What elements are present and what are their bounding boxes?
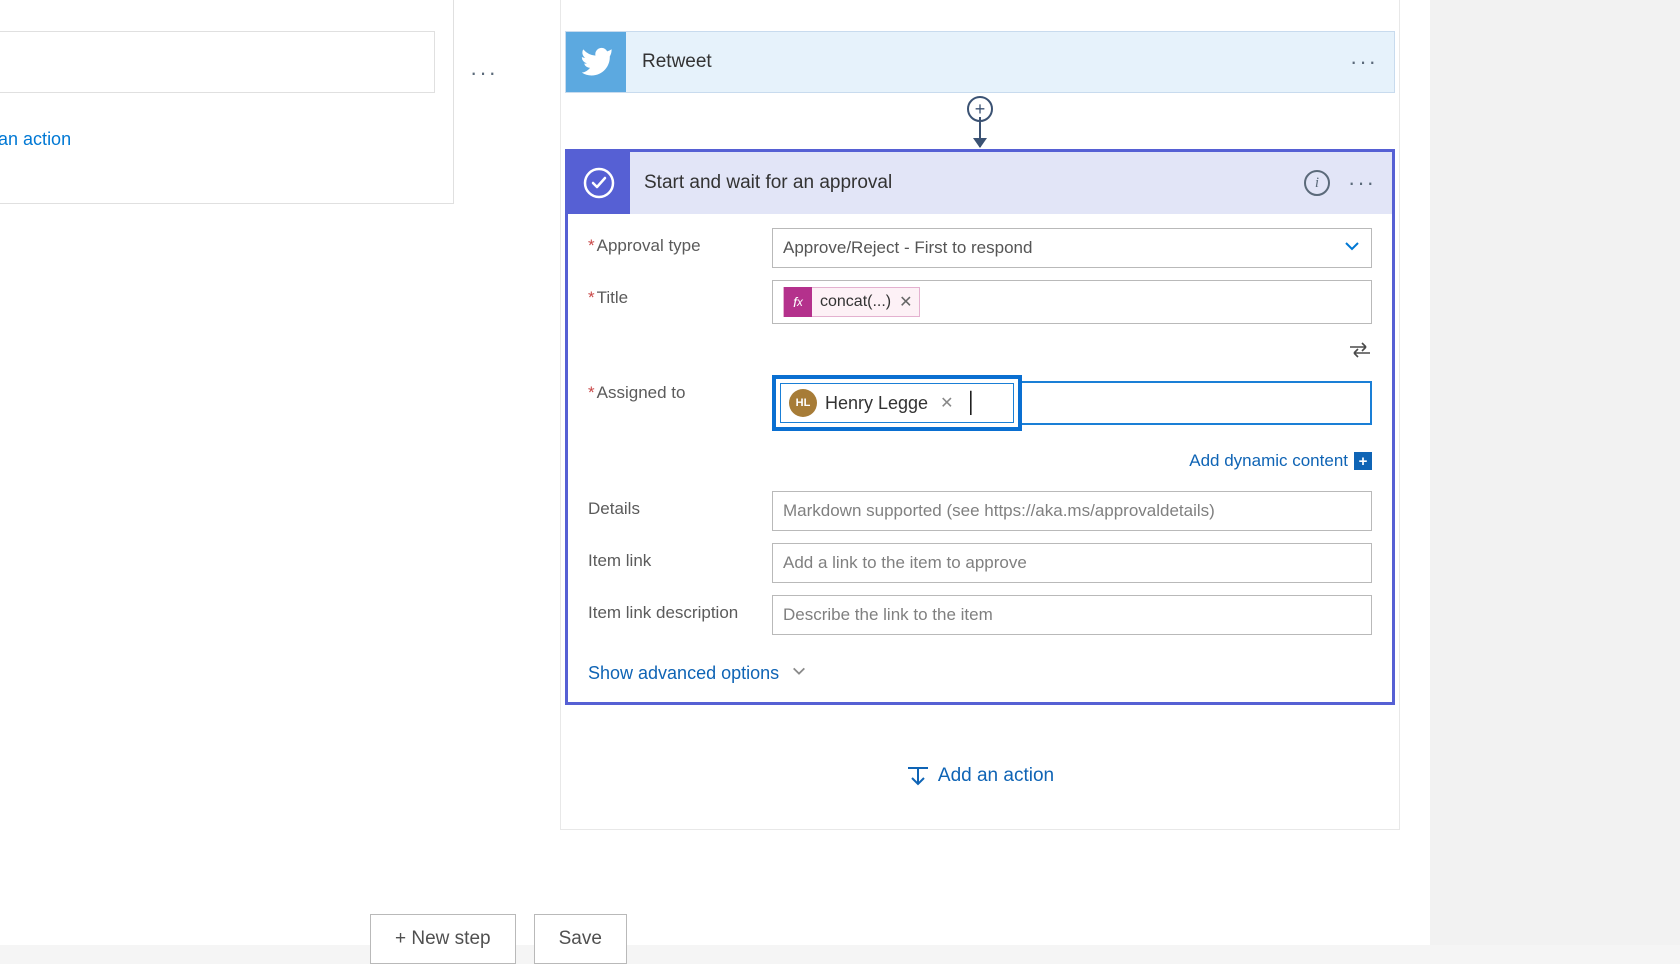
item-link-label: Item link (588, 543, 772, 571)
approval-card: Start and wait for an approval i ··· *Ap… (565, 149, 1395, 705)
approval-title: Start and wait for an approval (644, 172, 892, 194)
info-icon[interactable]: i (1304, 170, 1330, 196)
show-advanced-label: Show advanced options (588, 663, 779, 684)
save-button[interactable]: Save (534, 914, 627, 964)
assigned-to-highlight: HL Henry Legge ✕ │ (772, 375, 1022, 431)
fx-icon: fx (784, 287, 812, 317)
twitter-icon (566, 32, 626, 92)
item-link-input[interactable] (772, 543, 1372, 583)
person-chip[interactable]: HL Henry Legge ✕ (789, 389, 953, 417)
text-cursor-icon: │ (965, 392, 978, 415)
remove-person-icon[interactable]: ✕ (940, 393, 953, 413)
assigned-to-label: *Assigned to (588, 375, 772, 403)
token-label: concat(...) (820, 293, 891, 311)
title-input[interactable]: fx concat(...) ✕ (772, 280, 1372, 324)
approval-icon (568, 152, 630, 214)
insert-action-icon (906, 766, 928, 786)
add-action-left[interactable]: Add an action (0, 121, 83, 158)
assigned-to-input[interactable]: HL Henry Legge ✕ │ (780, 383, 1014, 423)
left-action-slot (0, 31, 435, 93)
left-branch-container: Add an action (0, 0, 454, 204)
item-link-desc-label: Item link description (588, 595, 772, 623)
dynamic-content-plus-icon[interactable]: + (1354, 452, 1372, 470)
chevron-down-icon (1343, 237, 1361, 260)
remove-token-icon[interactable]: ✕ (899, 292, 912, 312)
approval-type-label: *Approval type (588, 228, 772, 256)
details-label: Details (588, 491, 772, 519)
arrow-icon (979, 117, 981, 147)
new-step-button[interactable]: + New step (370, 914, 516, 964)
title-label: *Title (588, 280, 772, 308)
retweet-title: Retweet (642, 51, 712, 73)
details-input[interactable] (772, 491, 1372, 531)
retweet-menu[interactable]: ··· (1350, 49, 1378, 75)
add-action-bottom-label: Add an action (938, 765, 1054, 787)
add-action-left-label: Add an action (0, 129, 71, 150)
retweet-card[interactable]: Retweet ··· (565, 31, 1395, 93)
add-action-bottom[interactable]: Add an action (894, 757, 1066, 795)
switch-input-mode-icon[interactable] (1348, 342, 1372, 363)
main-flow-column: Retweet ··· + Start and wait for an appr… (560, 0, 1400, 830)
item-link-desc-input[interactable] (772, 595, 1372, 635)
approval-menu[interactable]: ··· (1348, 170, 1376, 196)
right-gutter (1430, 0, 1680, 945)
flow-connector: + (964, 93, 996, 147)
person-name: Henry Legge (825, 393, 928, 414)
left-card-menu[interactable]: ··· (470, 60, 498, 86)
approval-header[interactable]: Start and wait for an approval i ··· (568, 152, 1392, 214)
approval-type-select[interactable]: Approve/Reject - First to respond (772, 228, 1372, 268)
chevron-down-icon (791, 663, 807, 684)
show-advanced-toggle[interactable]: Show advanced options (588, 663, 807, 684)
add-dynamic-content-link[interactable]: Add dynamic content (1189, 451, 1348, 471)
avatar: HL (789, 389, 817, 417)
approval-type-value: Approve/Reject - First to respond (783, 238, 1032, 258)
expression-token[interactable]: fx concat(...) ✕ (783, 287, 920, 317)
